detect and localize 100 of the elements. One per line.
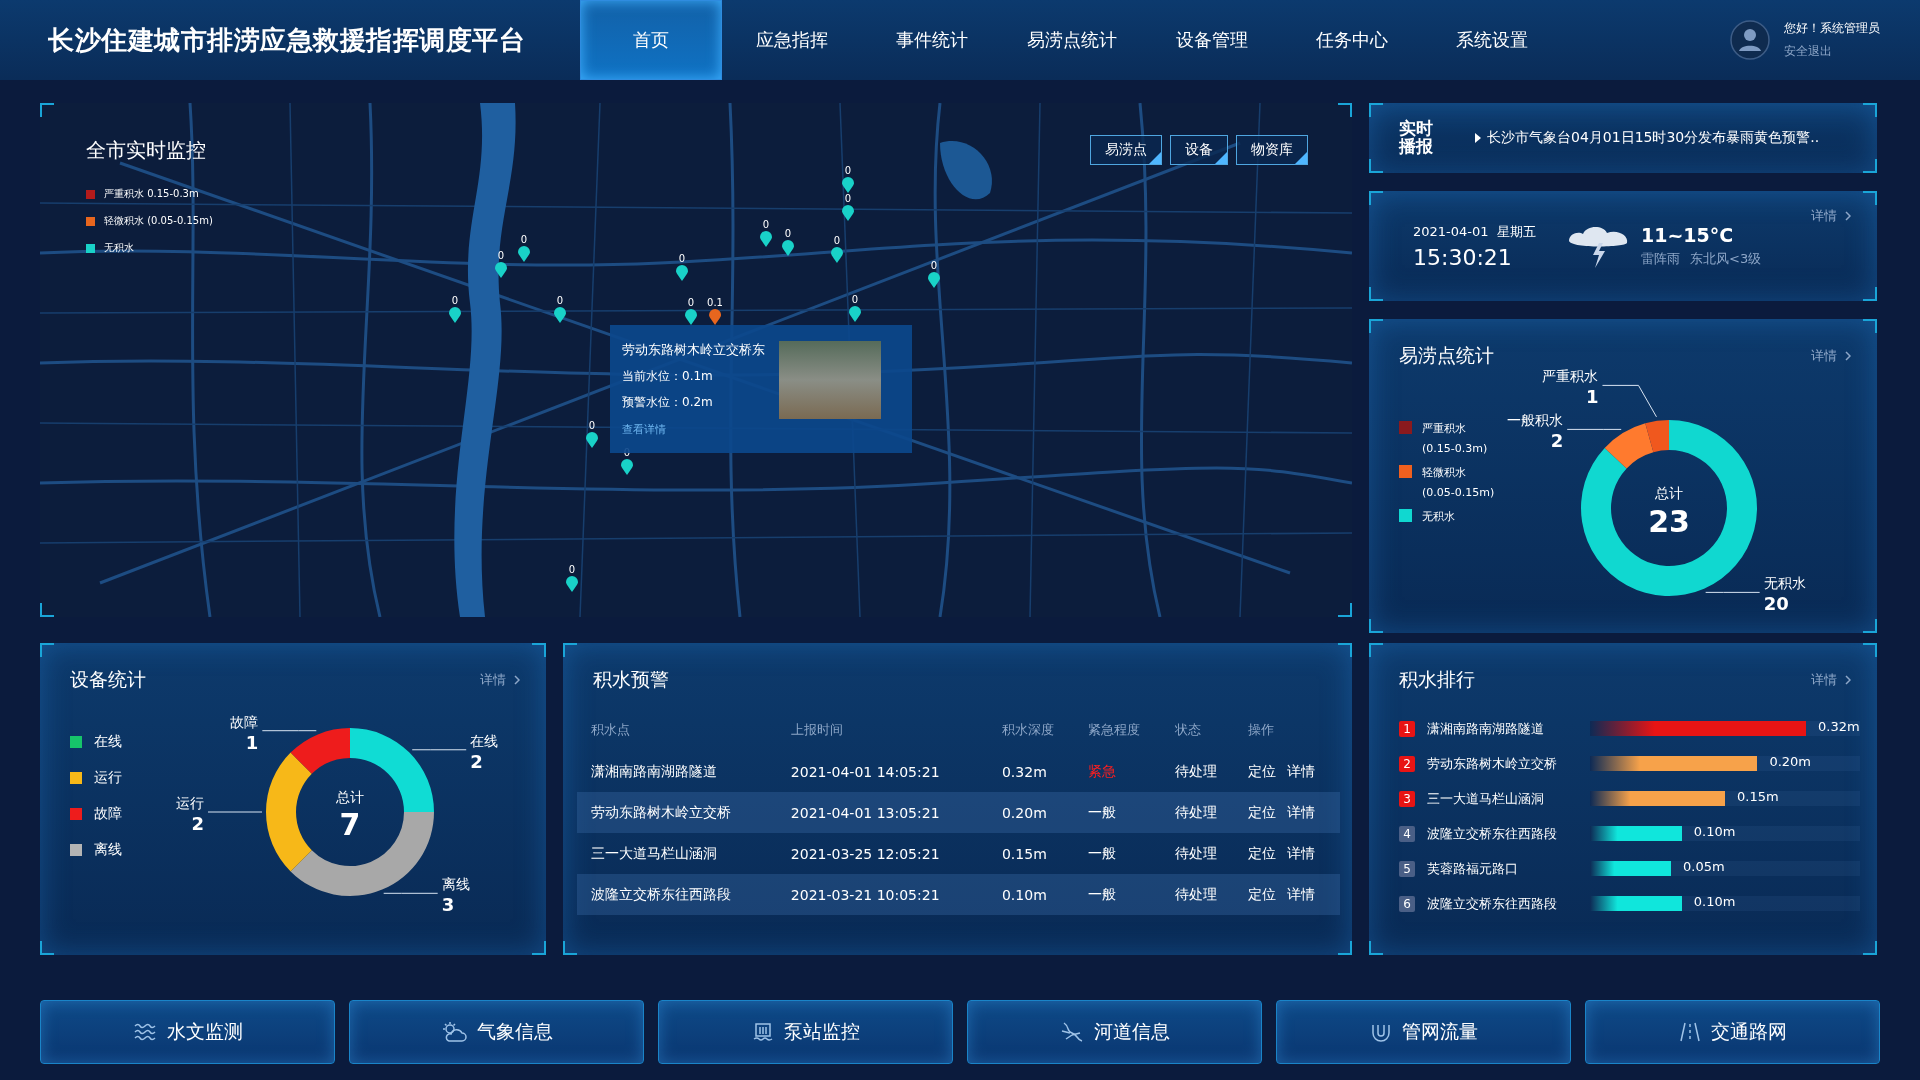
frame-corner (1369, 159, 1383, 173)
action-link[interactable]: 详情 (1287, 885, 1316, 904)
column-header: 积水深度 (1000, 721, 1055, 739)
details-link[interactable]: 详情 (1811, 347, 1837, 365)
nav-tab[interactable]: 易涝点统计 (1002, 0, 1142, 80)
total-label: 总计 (1655, 485, 1683, 501)
module-button[interactable]: 河道信息 (967, 999, 1262, 1064)
action-link[interactable]: 定位 (1248, 844, 1277, 863)
module-button[interactable]: 泵站监控 (658, 999, 953, 1064)
frame-corner (1369, 319, 1383, 333)
location-name: 劳动东路树木岭立交桥 (1426, 754, 1558, 773)
details-link[interactable]: 详情 (1811, 671, 1837, 689)
map-pin-icon[interactable] (554, 307, 566, 323)
location-name: 三一大道马栏山涵洞 (1426, 789, 1545, 808)
panel-title: 全市实时监控 (86, 137, 206, 164)
river-icon (1059, 1020, 1084, 1043)
action-link[interactable]: 定位 (1248, 762, 1277, 781)
table-cell: 0.15m (987, 833, 1075, 874)
frame-corner (40, 603, 54, 617)
frame-corner (1863, 159, 1877, 173)
table-cell: 待处理 (1160, 751, 1235, 792)
slice-value: 20 (1763, 593, 1789, 615)
broadcast-message: 长沙市气象台04月01日15时30分发布暴雨黄色预警.. (1487, 129, 1820, 147)
location-name: 芙蓉路福元路口 (1426, 859, 1519, 878)
depth-value: 0.05m (1683, 859, 1725, 874)
nav-tab[interactable]: 首页 (580, 0, 722, 80)
frame-corner (1338, 603, 1352, 617)
slice-value: 1 (245, 731, 259, 753)
weather-time: 15:30:21 (1413, 244, 1513, 270)
frame-corner (1369, 191, 1383, 205)
legend-label: 在线 (94, 733, 122, 751)
frame-corner (40, 941, 54, 955)
map-pin-icon[interactable] (842, 177, 854, 193)
map-pin-icon[interactable] (449, 307, 461, 323)
map-pin-icon[interactable] (831, 247, 843, 263)
table-cell: 潇湘南路南湖路隧道 (577, 751, 777, 792)
map-pin-icon[interactable] (782, 240, 794, 256)
map-pin-icon[interactable] (566, 576, 578, 592)
module-button[interactable]: 交通路网 (1585, 999, 1880, 1064)
module-button[interactable]: 气象信息 (349, 999, 644, 1064)
nav-tab[interactable]: 事件统计 (862, 0, 1002, 80)
location-name: 波隆立交桥东往西路段 (1426, 824, 1558, 843)
logout-link[interactable]: 安全退出 (1784, 43, 1880, 60)
action-link[interactable]: 详情 (1287, 803, 1316, 822)
map-pin-icon[interactable] (709, 309, 721, 325)
table-cell: 紧急 (1074, 751, 1161, 792)
slice-value: 3 (441, 894, 455, 916)
details-link[interactable]: 查看详情 (622, 422, 765, 437)
map-pin-icon[interactable] (928, 272, 940, 288)
user-avatar-icon[interactable] (1730, 20, 1770, 60)
panel-title: 积水预警 (593, 667, 669, 692)
layer-toggle[interactable]: 设备 (1170, 135, 1228, 165)
action-link[interactable]: 定位 (1248, 885, 1277, 904)
sun-cloud-icon (440, 1020, 467, 1043)
weather-date: 2021-04-01 星期五 (1413, 222, 1537, 241)
module-button[interactable]: 管网流量 (1276, 999, 1571, 1064)
module-button[interactable]: 水文监测 (40, 999, 335, 1064)
frame-corner (1338, 103, 1352, 117)
map-pin-icon[interactable] (495, 262, 507, 278)
marker-value: 0.1 (707, 297, 723, 308)
column-header: 操作 (1247, 721, 1276, 739)
location-name: 潇湘南路南湖路隧道 (1426, 719, 1545, 738)
action-link[interactable]: 定位 (1248, 803, 1277, 822)
action-link[interactable]: 详情 (1287, 762, 1316, 781)
total-value: 7 (339, 807, 361, 842)
column-header: 积水点 (590, 721, 631, 739)
marker-value: 0 (930, 260, 938, 271)
action-link[interactable]: 详情 (1287, 844, 1316, 863)
slice-label: 严重积水 (1542, 368, 1599, 385)
map-pin-icon[interactable] (518, 246, 530, 262)
details-link[interactable]: 详情 (480, 671, 506, 689)
nav-tab[interactable]: 系统设置 (1422, 0, 1562, 80)
depth-value: 0.32m (1818, 719, 1860, 734)
play-icon (1475, 133, 1481, 143)
nav-tab[interactable]: 设备管理 (1142, 0, 1282, 80)
map-pin-icon[interactable] (676, 265, 688, 281)
nav-tab[interactable]: 任务中心 (1282, 0, 1422, 80)
details-link[interactable]: 详情 (1811, 207, 1837, 225)
frame-corner (40, 643, 54, 657)
map-pin-icon[interactable] (760, 231, 772, 247)
total-value: 23 (1648, 504, 1690, 539)
broadcast-label: 实时播报 (1399, 120, 1434, 156)
map-pin-icon[interactable] (842, 205, 854, 221)
map-pin-icon[interactable] (849, 306, 861, 322)
legend-label: 无积水 (104, 241, 134, 255)
layer-toggle[interactable]: 易涝点 (1090, 135, 1162, 165)
map-pin-icon[interactable] (685, 309, 697, 325)
chevron-right-icon (1845, 211, 1851, 221)
map-pin-icon[interactable] (621, 459, 633, 475)
table-cell: 2021-04-01 14:05:21 (776, 751, 988, 792)
panel-title: 易涝点统计 (1399, 343, 1494, 368)
panel-title: 设备统计 (70, 667, 146, 692)
legend-label: 离线 (94, 841, 122, 859)
table-cell: 0.10m (987, 874, 1075, 915)
nav-tab[interactable]: 应急指挥 (722, 0, 862, 80)
panel-title: 积水排行 (1399, 667, 1475, 692)
map-pin-icon[interactable] (586, 432, 598, 448)
marker-value: 0 (568, 564, 576, 575)
layer-toggle[interactable]: 物资库 (1236, 135, 1308, 165)
legend-label: 轻微积水 (0.05-0.15m) (104, 214, 213, 228)
